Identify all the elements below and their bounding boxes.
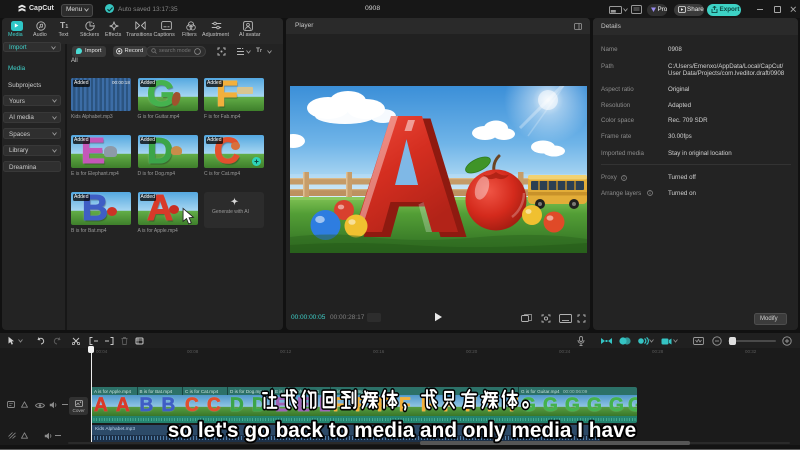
svg-text:so let's go back to media and: so let's go back to media and only media… [168, 419, 636, 442]
